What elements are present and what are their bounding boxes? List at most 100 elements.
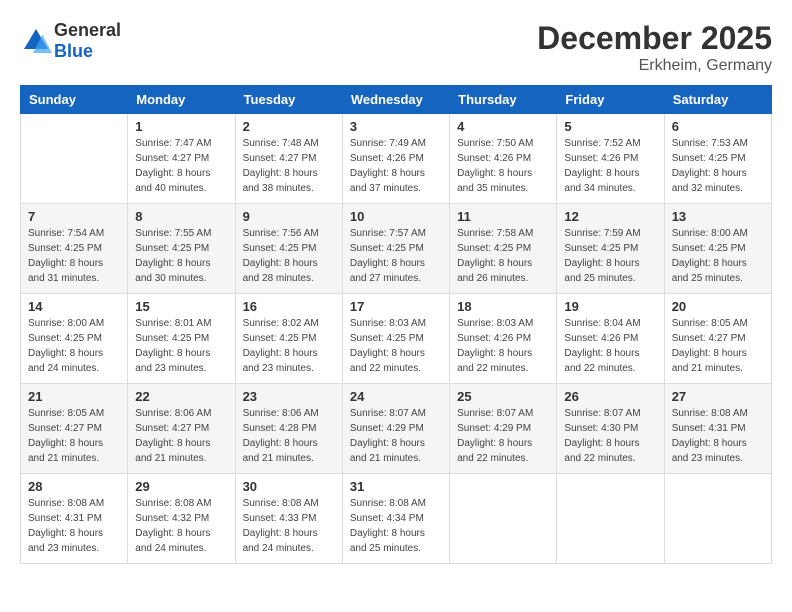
- day-number: 31: [350, 479, 442, 494]
- day-number: 3: [350, 119, 442, 134]
- day-number: 10: [350, 209, 442, 224]
- day-info: Sunrise: 7:58 AM Sunset: 4:25 PM Dayligh…: [457, 226, 549, 286]
- day-info: Sunrise: 7:52 AM Sunset: 4:26 PM Dayligh…: [564, 136, 656, 196]
- day-number: 21: [28, 389, 120, 404]
- weekday-row: SundayMondayTuesdayWednesdayThursdayFrid…: [21, 86, 772, 114]
- day-info: Sunrise: 8:04 AM Sunset: 4:26 PM Dayligh…: [564, 316, 656, 376]
- day-info: Sunrise: 7:57 AM Sunset: 4:25 PM Dayligh…: [350, 226, 442, 286]
- weekday-header-saturday: Saturday: [664, 86, 771, 114]
- day-number: 4: [457, 119, 549, 134]
- calendar-cell: 18 Sunrise: 8:03 AM Sunset: 4:26 PM Dayli…: [450, 294, 557, 384]
- calendar-cell: 29Sunrise: 8:08 AM Sunset: 4:32 PM Dayli…: [128, 474, 235, 564]
- calendar-cell: 6Sunrise: 7:53 AM Sunset: 4:25 PM Daylig…: [664, 114, 771, 204]
- day-number: 8: [135, 209, 227, 224]
- calendar-cell: 24Sunrise: 8:07 AM Sunset: 4:29 PM Dayli…: [342, 384, 449, 474]
- day-number: 26: [564, 389, 656, 404]
- calendar-cell: 3 Sunrise: 7:49 AM Sunset: 4:26 PM Daylig…: [342, 114, 449, 204]
- day-info: Sunrise: 7:47 AM Sunset: 4:27 PM Dayligh…: [135, 136, 227, 196]
- calendar-cell: 7Sunrise: 7:54 AM Sunset: 4:25 PM Daylig…: [21, 204, 128, 294]
- day-info: Sunrise: 8:06 AM Sunset: 4:27 PM Dayligh…: [135, 406, 227, 466]
- day-number: 1: [135, 119, 227, 134]
- calendar-body: 1 Sunrise: 7:47 AM Sunset: 4:27 PM Daylig…: [21, 114, 772, 564]
- calendar-cell: 31 Sunrise: 8:08 AM Sunset: 4:34 PM Dayli…: [342, 474, 449, 564]
- day-info: Sunrise: 8:03 AM Sunset: 4:25 PM Dayligh…: [350, 316, 442, 376]
- calendar-cell: 19 Sunrise: 8:04 AM Sunset: 4:26 PM Dayli…: [557, 294, 664, 384]
- calendar-week-2: 7Sunrise: 7:54 AM Sunset: 4:25 PM Daylig…: [21, 204, 772, 294]
- day-info: Sunrise: 8:01 AM Sunset: 4:25 PM Dayligh…: [135, 316, 227, 376]
- weekday-header-sunday: Sunday: [21, 86, 128, 114]
- day-number: 30: [243, 479, 335, 494]
- calendar-cell: 21 Sunrise: 8:05 AM Sunset: 4:27 PM Dayli…: [21, 384, 128, 474]
- day-info: Sunrise: 8:00 AM Sunset: 4:25 PM Dayligh…: [28, 316, 120, 376]
- day-info: Sunrise: 8:07 AM Sunset: 4:29 PM Dayligh…: [457, 406, 549, 466]
- month-title: December 2025: [537, 20, 772, 57]
- day-number: 18: [457, 299, 549, 314]
- day-info: Sunrise: 8:03 AM Sunset: 4:26 PM Dayligh…: [457, 316, 549, 376]
- calendar-week-4: 21 Sunrise: 8:05 AM Sunset: 4:27 PM Dayli…: [21, 384, 772, 474]
- logo-icon: [20, 25, 52, 57]
- day-info: Sunrise: 7:55 AM Sunset: 4:25 PM Dayligh…: [135, 226, 227, 286]
- day-info: Sunrise: 7:49 AM Sunset: 4:26 PM Dayligh…: [350, 136, 442, 196]
- day-info: Sunrise: 8:05 AM Sunset: 4:27 PM Dayligh…: [28, 406, 120, 466]
- calendar-table: SundayMondayTuesdayWednesdayThursdayFrid…: [20, 85, 772, 564]
- day-number: 17: [350, 299, 442, 314]
- day-info: Sunrise: 7:54 AM Sunset: 4:25 PM Dayligh…: [28, 226, 120, 286]
- calendar-cell: 5 Sunrise: 7:52 AM Sunset: 4:26 PM Daylig…: [557, 114, 664, 204]
- location-title: Erkheim, Germany: [537, 57, 772, 75]
- day-number: 22: [135, 389, 227, 404]
- calendar-cell: 15 Sunrise: 8:01 AM Sunset: 4:25 PM Dayli…: [128, 294, 235, 384]
- calendar-cell: 14Sunrise: 8:00 AM Sunset: 4:25 PM Dayli…: [21, 294, 128, 384]
- weekday-header-monday: Monday: [128, 86, 235, 114]
- day-number: 15: [135, 299, 227, 314]
- day-number: 12: [564, 209, 656, 224]
- weekday-header-thursday: Thursday: [450, 86, 557, 114]
- calendar-cell: 28 Sunrise: 8:08 AM Sunset: 4:31 PM Dayli…: [21, 474, 128, 564]
- day-info: Sunrise: 8:00 AM Sunset: 4:25 PM Dayligh…: [672, 226, 764, 286]
- title-area: December 2025 Erkheim, Germany: [537, 20, 772, 75]
- day-number: 13: [672, 209, 764, 224]
- calendar-cell: 20Sunrise: 8:05 AM Sunset: 4:27 PM Dayli…: [664, 294, 771, 384]
- day-number: 2: [243, 119, 335, 134]
- day-info: Sunrise: 8:02 AM Sunset: 4:25 PM Dayligh…: [243, 316, 335, 376]
- calendar-cell: 23 Sunrise: 8:06 AM Sunset: 4:28 PM Dayli…: [235, 384, 342, 474]
- logo-general-text: General: [54, 20, 121, 40]
- day-info: Sunrise: 8:06 AM Sunset: 4:28 PM Dayligh…: [243, 406, 335, 466]
- calendar-cell: 30 Sunrise: 8:08 AM Sunset: 4:33 PM Dayli…: [235, 474, 342, 564]
- day-number: 28: [28, 479, 120, 494]
- calendar-cell: [21, 114, 128, 204]
- day-info: Sunrise: 7:50 AM Sunset: 4:26 PM Dayligh…: [457, 136, 549, 196]
- day-number: 5: [564, 119, 656, 134]
- day-info: Sunrise: 8:08 AM Sunset: 4:34 PM Dayligh…: [350, 496, 442, 556]
- calendar-cell: 4 Sunrise: 7:50 AM Sunset: 4:26 PM Daylig…: [450, 114, 557, 204]
- day-info: Sunrise: 7:48 AM Sunset: 4:27 PM Dayligh…: [243, 136, 335, 196]
- weekday-header-friday: Friday: [557, 86, 664, 114]
- day-number: 23: [243, 389, 335, 404]
- day-info: Sunrise: 8:08 AM Sunset: 4:31 PM Dayligh…: [28, 496, 120, 556]
- day-number: 24: [350, 389, 442, 404]
- logo: General Blue: [20, 20, 121, 62]
- day-info: Sunrise: 8:07 AM Sunset: 4:30 PM Dayligh…: [564, 406, 656, 466]
- day-number: 29: [135, 479, 227, 494]
- day-info: Sunrise: 8:08 AM Sunset: 4:33 PM Dayligh…: [243, 496, 335, 556]
- day-number: 19: [564, 299, 656, 314]
- day-info: Sunrise: 8:05 AM Sunset: 4:27 PM Dayligh…: [672, 316, 764, 376]
- page-header: General Blue December 2025 Erkheim, Germ…: [20, 20, 772, 75]
- calendar-cell: 26 Sunrise: 8:07 AM Sunset: 4:30 PM Dayli…: [557, 384, 664, 474]
- weekday-header-wednesday: Wednesday: [342, 86, 449, 114]
- calendar-cell: 10 Sunrise: 7:57 AM Sunset: 4:25 PM Dayli…: [342, 204, 449, 294]
- calendar-cell: [664, 474, 771, 564]
- calendar-cell: 25 Sunrise: 8:07 AM Sunset: 4:29 PM Dayli…: [450, 384, 557, 474]
- calendar-header: SundayMondayTuesdayWednesdayThursdayFrid…: [21, 86, 772, 114]
- calendar-cell: 2 Sunrise: 7:48 AM Sunset: 4:27 PM Daylig…: [235, 114, 342, 204]
- weekday-header-tuesday: Tuesday: [235, 86, 342, 114]
- calendar-week-5: 28 Sunrise: 8:08 AM Sunset: 4:31 PM Dayli…: [21, 474, 772, 564]
- day-number: 9: [243, 209, 335, 224]
- day-number: 25: [457, 389, 549, 404]
- calendar-cell: 11Sunrise: 7:58 AM Sunset: 4:25 PM Dayli…: [450, 204, 557, 294]
- calendar-week-3: 14Sunrise: 8:00 AM Sunset: 4:25 PM Dayli…: [21, 294, 772, 384]
- day-info: Sunrise: 7:53 AM Sunset: 4:25 PM Dayligh…: [672, 136, 764, 196]
- day-number: 16: [243, 299, 335, 314]
- calendar-cell: [450, 474, 557, 564]
- day-number: 27: [672, 389, 764, 404]
- calendar-cell: 9Sunrise: 7:56 AM Sunset: 4:25 PM Daylig…: [235, 204, 342, 294]
